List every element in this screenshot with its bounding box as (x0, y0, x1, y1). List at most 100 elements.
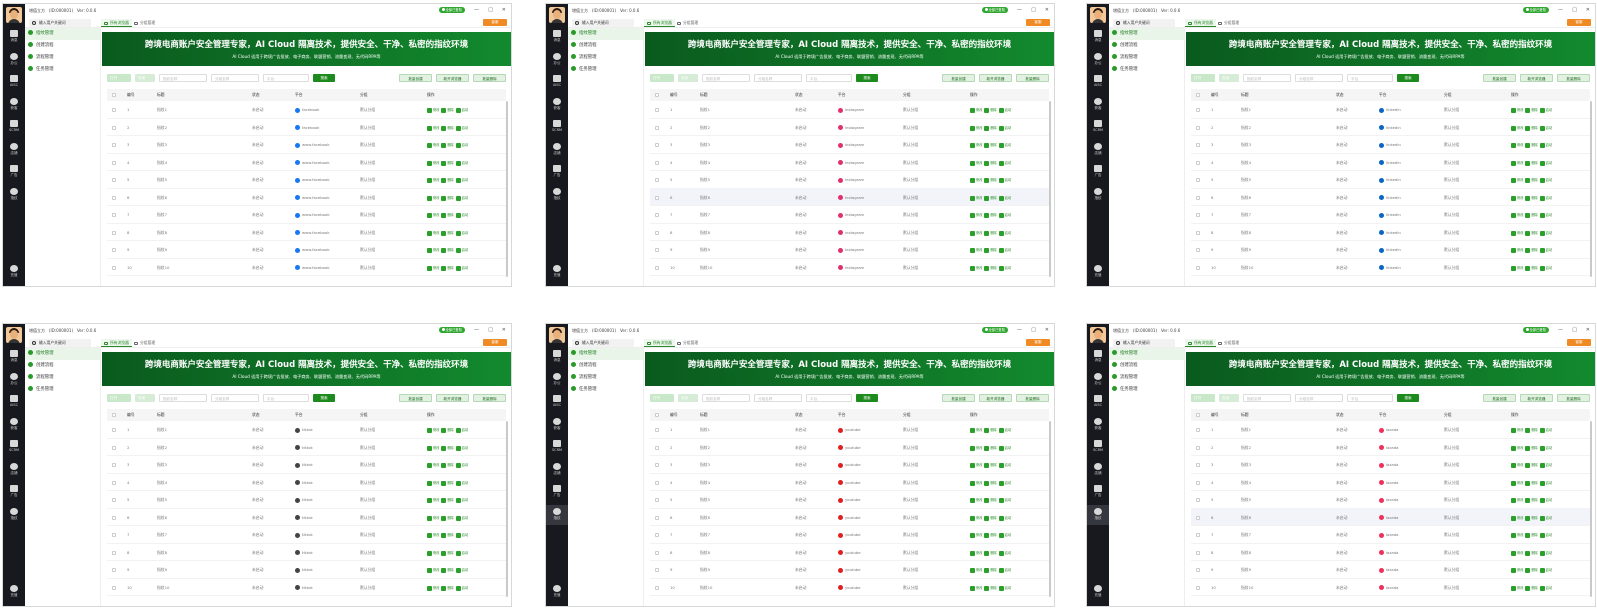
batch-delete-button[interactable]: 批量删除 (1557, 74, 1590, 82)
start-button[interactable]: 启动 (998, 533, 1011, 538)
nav-item-1[interactable]: 办公 (3, 50, 25, 70)
start-button[interactable]: 启动 (1539, 143, 1552, 148)
menu-item-2[interactable]: 流程管理 (568, 372, 643, 384)
close-browser-button[interactable]: 关闭 (1219, 394, 1239, 402)
edit-button[interactable]: 修改 (427, 515, 439, 521)
table-row[interactable]: 3 指纹3 未启动 www.facebook 默认分组 修改 删除 启动 (107, 136, 506, 154)
batch-create-button[interactable]: 批量创建 (942, 74, 975, 82)
nav-item-7[interactable]: 指纹 (546, 185, 568, 205)
open-button[interactable]: 打开 (1191, 74, 1215, 82)
search-button[interactable]: 搜索 (1397, 74, 1419, 82)
delete-button[interactable]: 删除 (441, 480, 454, 486)
edit-button[interactable]: 修改 (1511, 428, 1523, 433)
tab-0[interactable]: 所有浏览器 (101, 19, 132, 27)
table-row[interactable]: 10 指纹10 未启动 youtube 默认分组 修改 删除 启动 (650, 579, 1049, 596)
row-checkbox[interactable] (112, 265, 116, 270)
tab-1[interactable]: 分组管理 (1215, 19, 1242, 27)
nav-item-4[interactable]: SCRM (546, 117, 568, 137)
table-row[interactable]: 4 指纹4 未启动 linkedin 默认分组 修改 删除 启动 (1191, 154, 1590, 171)
start-button[interactable]: 启动 (998, 480, 1011, 486)
row-checkbox[interactable] (655, 143, 659, 147)
batch-delete-button[interactable]: 批量删除 (473, 394, 506, 402)
start-button[interactable]: 启动 (1539, 265, 1552, 271)
nav-item-7[interactable]: 指纹 (1087, 185, 1109, 205)
start-button[interactable]: 启动 (455, 178, 468, 183)
nav-item-recharge[interactable]: 充值 (546, 262, 568, 282)
nav-item-5[interactable]: 店铺 (546, 140, 568, 160)
nav-item-2[interactable]: AISC (3, 72, 25, 92)
tab-0[interactable]: 所有浏览器 (1185, 19, 1216, 27)
table-scrollbar[interactable] (1590, 421, 1592, 597)
table-row[interactable]: 8 指纹8 未启动 www.facebook 默认分组 修改 删除 启动 (107, 224, 506, 241)
start-button[interactable]: 启动 (455, 143, 468, 148)
table-row[interactable]: 4 指纹4 未启动 www.facebook 默认分组 修改 删除 启动 (107, 154, 506, 171)
edit-button[interactable]: 修改 (427, 213, 439, 218)
delete-button[interactable]: 删除 (1525, 498, 1538, 503)
table-scrollbar[interactable] (1590, 101, 1592, 277)
table-row[interactable]: 6 指纹6 未启动 www.facebook 默认分组 修改 删除 启动 (107, 189, 506, 206)
search-button[interactable]: 搜索 (856, 74, 878, 82)
row-checkbox[interactable] (655, 515, 659, 520)
search-input[interactable]: 输入用户关键词 (29, 19, 91, 27)
row-checkbox[interactable] (112, 550, 116, 555)
start-button[interactable]: 启动 (455, 445, 468, 451)
platform-filter-select[interactable]: 平台 (263, 74, 309, 82)
edit-button[interactable]: 修改 (427, 480, 439, 486)
nav-item-2[interactable]: AISC (3, 392, 25, 412)
edit-button[interactable]: 修改 (427, 265, 439, 271)
edit-button[interactable]: 修改 (970, 195, 982, 201)
menu-item-1[interactable]: 创建流程 (568, 360, 643, 372)
batch-delete-button[interactable]: 批量删除 (473, 74, 506, 82)
minimize-button[interactable]: — (1558, 327, 1563, 333)
delete-button[interactable]: 删除 (984, 143, 997, 148)
row-checkbox[interactable] (1196, 230, 1200, 235)
nav-item-5[interactable]: 店铺 (546, 460, 568, 480)
table-row[interactable]: 9 指纹9 未启动 youtube 默认分组 修改 删除 启动 (650, 561, 1049, 579)
start-button[interactable]: 启动 (998, 585, 1011, 591)
nav-item-0[interactable]: 消息 (1087, 27, 1109, 47)
table-row[interactable]: 3 指纹3 未启动 lazada 默认分组 修改 删除 启动 (1191, 456, 1590, 474)
menu-item-1[interactable]: 创建流程 (25, 360, 100, 372)
menu-item-1[interactable]: 创建流程 (1109, 40, 1184, 52)
edit-button[interactable]: 修改 (970, 143, 982, 148)
edit-button[interactable]: 修改 (427, 195, 439, 201)
delete-button[interactable]: 删除 (984, 230, 997, 236)
nav-item-1[interactable]: 办公 (546, 370, 568, 390)
row-checkbox[interactable] (655, 533, 659, 537)
delete-button[interactable]: 删除 (984, 568, 997, 573)
edit-button[interactable]: 修改 (1511, 515, 1523, 521)
maximize-button[interactable]: □ (1031, 7, 1036, 13)
start-button[interactable]: 启动 (455, 498, 468, 503)
close-button[interactable]: ✕ (1045, 7, 1049, 13)
row-checkbox[interactable] (1196, 533, 1200, 537)
delete-button[interactable]: 删除 (1525, 265, 1538, 271)
delete-button[interactable]: 删除 (984, 265, 997, 271)
nav-item-0[interactable]: 消息 (546, 347, 568, 367)
maximize-button[interactable]: □ (1031, 327, 1036, 333)
row-checkbox[interactable] (1196, 213, 1200, 217)
close-browser-button[interactable]: 关闭 (678, 394, 698, 402)
row-checkbox[interactable] (655, 568, 659, 572)
minimize-button[interactable]: — (1017, 7, 1022, 13)
search-button[interactable]: 搜索 (313, 74, 335, 82)
group-filter-select[interactable]: 分组名称 (1295, 74, 1343, 82)
start-button[interactable]: 启动 (998, 213, 1011, 218)
tab-1[interactable]: 分组管理 (674, 19, 701, 27)
edit-button[interactable]: 修改 (1511, 550, 1523, 556)
delete-button[interactable]: 删除 (441, 143, 454, 148)
select-all-checkbox[interactable] (655, 93, 659, 97)
maximize-button[interactable]: □ (1572, 7, 1577, 13)
table-row[interactable]: 8 指纹8 未启动 lazada 默认分组 修改 删除 启动 (1191, 544, 1590, 561)
row-checkbox[interactable] (112, 195, 116, 200)
start-button[interactable]: 启动 (1539, 463, 1552, 468)
table-row[interactable]: 7 指纹7 未启动 www.facebook 默认分组 修改 删除 启动 (107, 206, 506, 224)
start-button[interactable]: 启动 (998, 463, 1011, 468)
tab-0[interactable]: 所有浏览器 (644, 19, 675, 27)
edit-button[interactable]: 修改 (427, 445, 439, 451)
menu-item-1[interactable]: 创建流程 (25, 40, 100, 52)
delete-button[interactable]: 删除 (1525, 585, 1538, 591)
nav-item-3[interactable]: 获客 (1087, 415, 1109, 435)
table-row[interactable]: 2 指纹2 未启动 lazada 默认分组 修改 删除 启动 (1191, 439, 1590, 456)
row-checkbox[interactable] (1196, 515, 1200, 520)
start-button[interactable]: 启动 (998, 178, 1011, 183)
